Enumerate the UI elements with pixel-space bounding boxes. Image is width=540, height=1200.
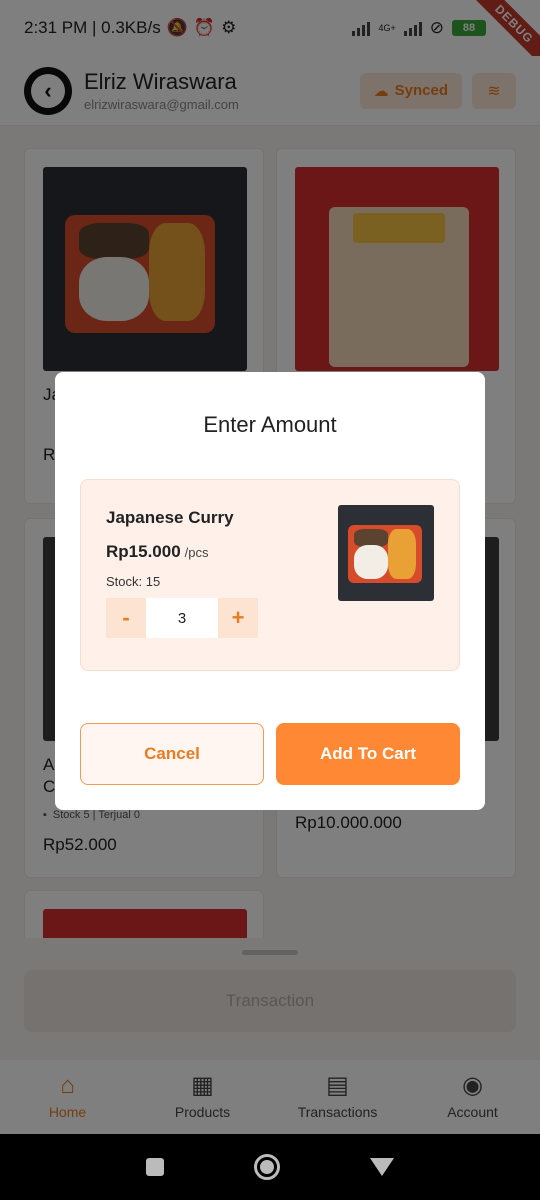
item-price-value: Rp15.000 [106, 542, 181, 561]
add-to-cart-button[interactable]: Add To Cart [276, 723, 460, 785]
quantity-input[interactable]: 3 [146, 598, 218, 638]
item-price: Rp15.000/pcs [106, 542, 209, 562]
dialog-item-box: Japanese Curry Rp15.000/pcs Stock: 15 - … [80, 479, 460, 671]
item-unit: /pcs [184, 545, 209, 560]
enter-amount-dialog: Enter Amount Japanese Curry Rp15.000/pcs… [55, 372, 485, 810]
decrement-button[interactable]: - [106, 598, 146, 638]
increment-button[interactable]: + [218, 598, 258, 638]
system-nav-bar [0, 1134, 540, 1200]
item-thumbnail [338, 505, 434, 601]
cancel-button[interactable]: Cancel [80, 723, 264, 785]
quantity-stepper: - 3 + [106, 598, 258, 638]
home-system-icon[interactable] [254, 1154, 280, 1180]
dialog-title: Enter Amount [203, 412, 337, 437]
back-icon[interactable] [370, 1158, 394, 1176]
item-stock: Stock: 15 [106, 574, 161, 589]
item-name: Japanese Curry [106, 508, 234, 527]
recents-icon[interactable] [146, 1158, 164, 1176]
